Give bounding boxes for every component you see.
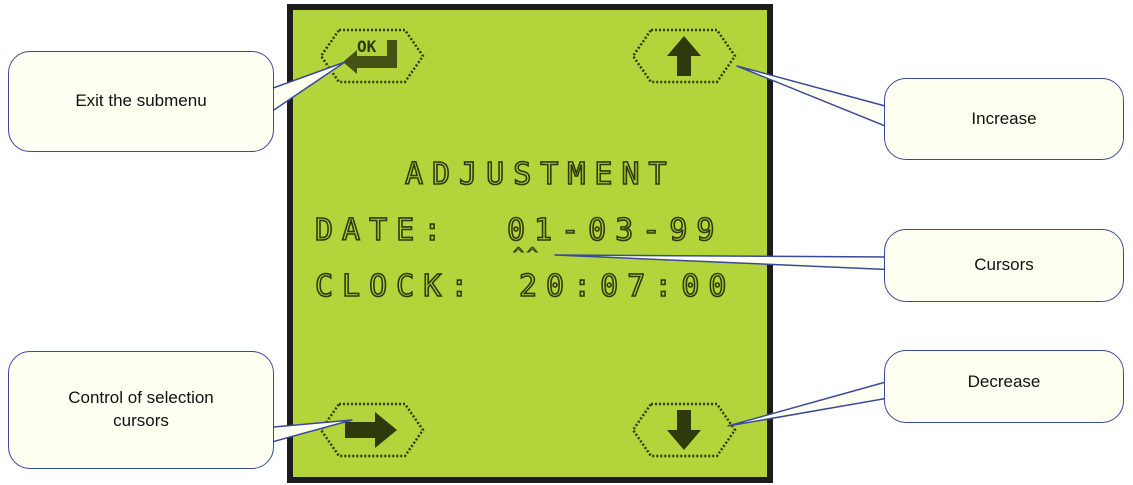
decrease-key[interactable] <box>629 400 739 460</box>
date-value: 01-03-99 <box>506 213 724 248</box>
arrow-right-icon <box>345 412 397 448</box>
cursor-marks: ^^ <box>513 244 541 265</box>
callout-exit-submenu: Exit the submenu <box>8 51 274 152</box>
date-label: DATE: <box>314 213 451 248</box>
cursor-select-key[interactable] <box>317 400 427 460</box>
arrow-down-icon <box>667 410 701 450</box>
callout-decrease: Decrease <box>884 350 1124 423</box>
arrow-up-icon <box>667 36 701 76</box>
increase-key[interactable] <box>629 26 739 86</box>
clock-value: 20:07:00 <box>518 269 736 304</box>
ok-enter-key[interactable]: OK <box>317 26 427 86</box>
clock-label: CLOCK: <box>314 269 478 304</box>
callout-cursors: Cursors <box>884 229 1124 302</box>
callout-increase: Increase <box>884 78 1124 160</box>
lcd-display: ADJUSTMENT DATE: 01-03-99 ^^ CLOCK: 20:0… <box>287 4 773 483</box>
callout-control-cursors: Control of selection cursors <box>8 351 274 469</box>
lcd-title: ADJUSTMENT <box>404 157 676 192</box>
ok-key-label: OK <box>357 37 377 56</box>
callout-control-text: Control of selection cursors <box>68 388 214 430</box>
